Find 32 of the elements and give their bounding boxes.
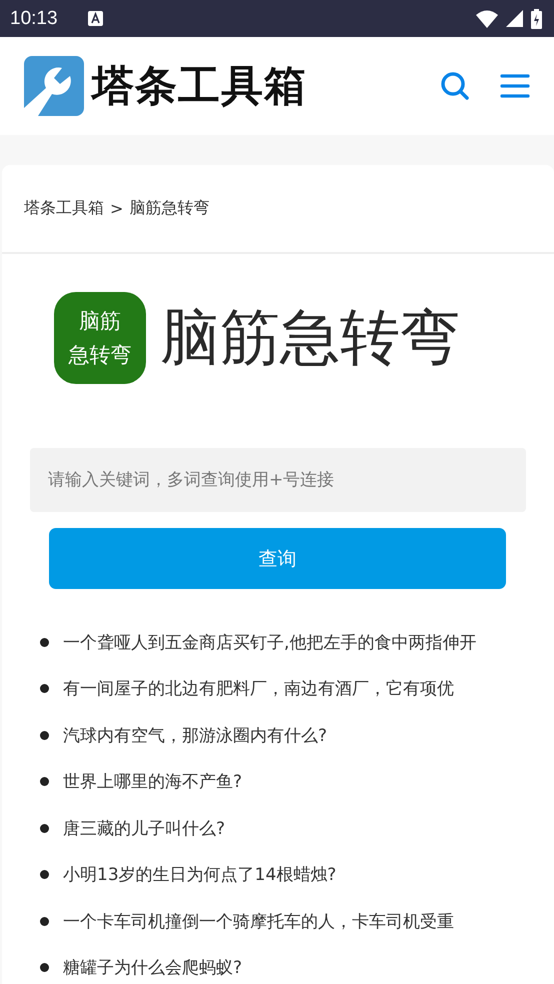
bullet-icon	[40, 638, 49, 647]
bullet-icon	[40, 916, 49, 926]
bullet-icon	[40, 684, 49, 694]
notification-icon	[88, 11, 103, 26]
signal-icon	[506, 10, 523, 27]
status-time: 10:13	[10, 8, 58, 30]
logo-text: 塔条工具箱	[92, 60, 307, 112]
question-link[interactable]: 小明13岁的生日为何点了14根蜡烛?	[63, 863, 336, 886]
wifi-icon	[476, 10, 498, 28]
question-link[interactable]: 一个卡车司机撞倒一个骑摩托车的人，卡车司机受重	[63, 910, 454, 933]
menu-button[interactable]	[500, 73, 530, 99]
question-link[interactable]: 糖罐子为什么会爬蚂蚁?	[63, 956, 242, 980]
search-field[interactable]: 请输入关键词，多词查询使用+号连接	[30, 448, 526, 512]
search-button[interactable]	[440, 71, 470, 101]
question-link[interactable]: 一个聋哑人到五金商店买钉子,他把左手的食中两指伸开	[63, 630, 476, 654]
app-icon-label: 脑筋	[79, 308, 121, 335]
question-link[interactable]: 有一间屋子的北边有肥料厂，南边有酒厂，它有项优	[63, 677, 454, 700]
question-link[interactable]: 世界上哪里的海不产鱼?	[63, 770, 242, 794]
breadcrumb-link[interactable]: 脑筋急转弯	[129, 198, 210, 219]
app-icon-label: 急转弯	[68, 342, 132, 369]
question-link[interactable]: 汽球内有空气，那游泳圈内有什么?	[63, 724, 328, 747]
bullet-icon	[40, 870, 49, 880]
question-link[interactable]: 唐三藏的儿子叫什么?	[63, 816, 226, 840]
wrench-logo-icon	[24, 56, 84, 116]
bullet-icon	[40, 963, 49, 972]
bullet-icon	[40, 777, 49, 786]
breadcrumb-separator: >	[110, 199, 124, 218]
bullet-icon	[40, 730, 49, 740]
bullet-icon	[40, 824, 49, 833]
battery-icon	[531, 8, 542, 28]
breadcrumb-link[interactable]: 塔条工具箱	[24, 198, 104, 219]
page-title: 脑筋急转弯	[160, 302, 460, 374]
